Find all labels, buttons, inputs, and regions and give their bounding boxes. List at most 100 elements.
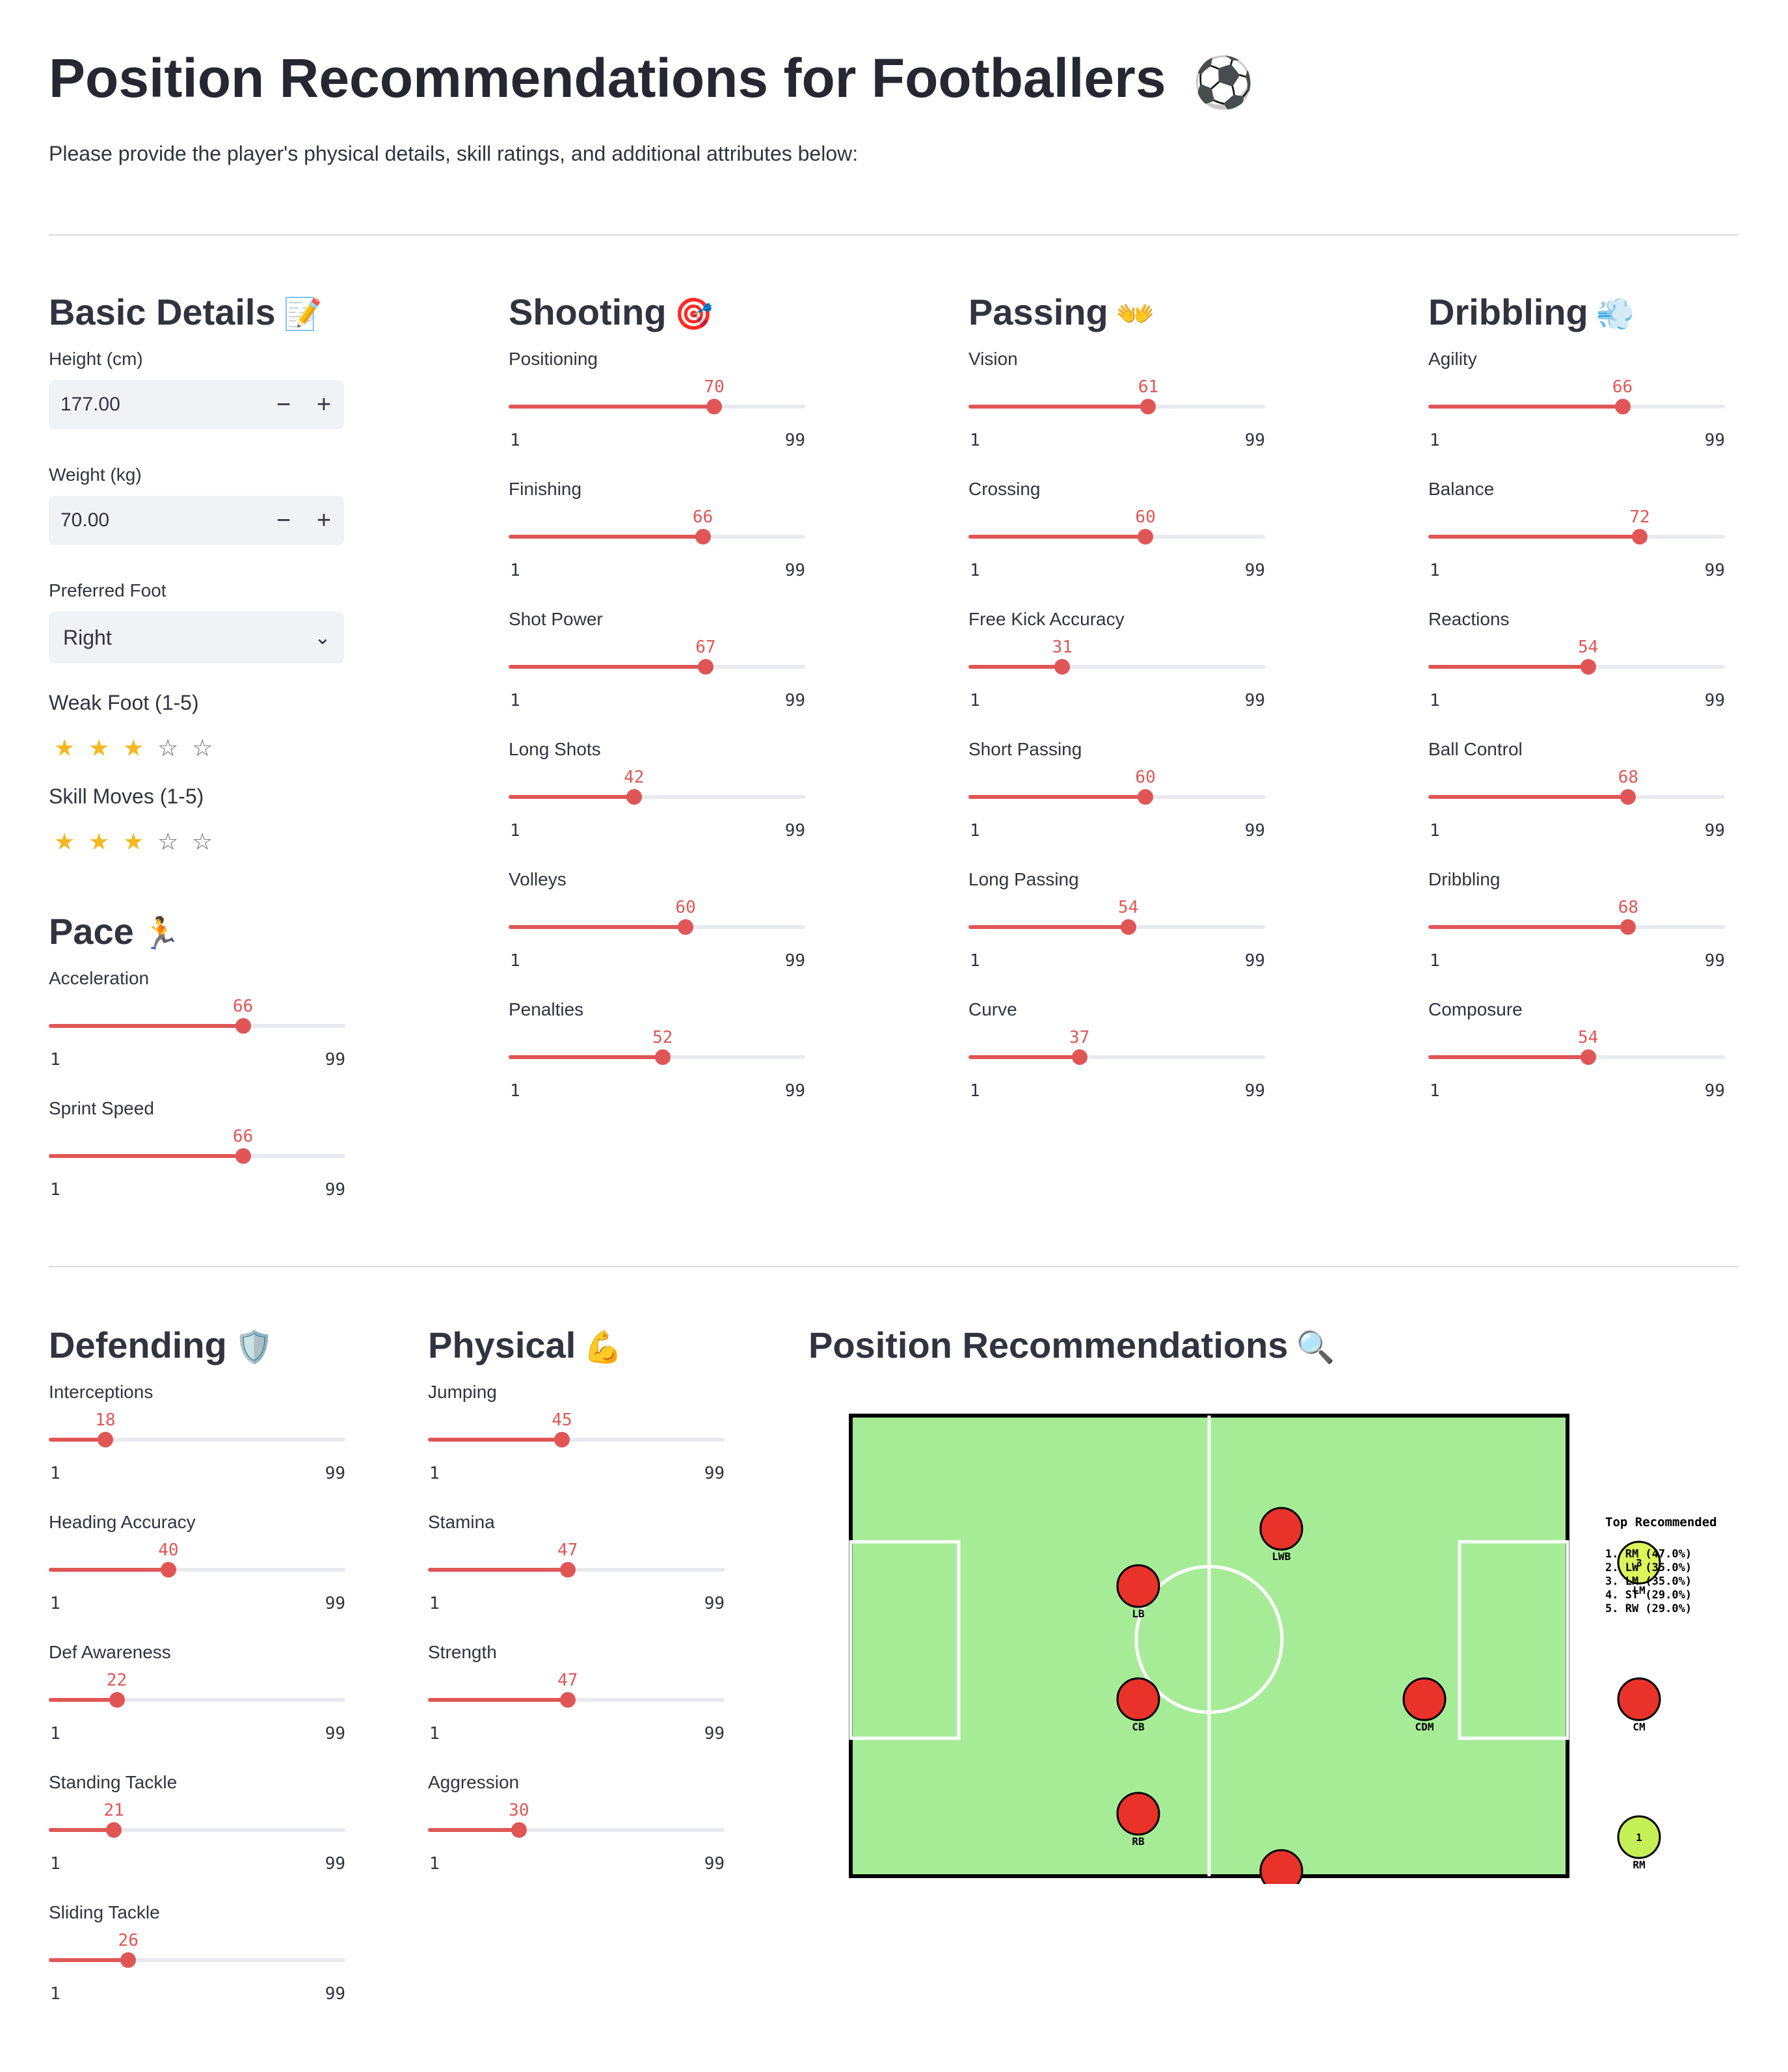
positioning-track[interactable] <box>509 399 805 414</box>
ball-control-thumb[interactable] <box>1620 789 1636 805</box>
shot-power-thumb[interactable] <box>697 659 714 675</box>
reactions-track[interactable] <box>1428 659 1725 675</box>
composure-track[interactable] <box>1428 1049 1725 1065</box>
weak-foot-rating[interactable]: ★ ★ ★ ☆ ☆ <box>49 733 345 764</box>
penalties-thumb[interactable] <box>654 1049 671 1065</box>
strength-slider[interactable]: Strength 47 1 99 <box>428 1642 725 1772</box>
vision-thumb[interactable] <box>1140 399 1156 414</box>
weak-foot-star-4-icon[interactable]: ☆ <box>152 734 187 762</box>
stamina-thumb[interactable] <box>559 1562 576 1578</box>
height-value[interactable]: 177.00 <box>49 394 263 416</box>
long-shots-thumb[interactable] <box>626 789 642 805</box>
ball-control-track[interactable] <box>1428 789 1725 805</box>
agility-thumb[interactable] <box>1614 399 1631 414</box>
penalties-slider[interactable]: Penalties 52 1 99 <box>509 999 805 1129</box>
interceptions-slider[interactable]: Interceptions 18 1 99 <box>49 1382 345 1512</box>
positioning-thumb[interactable] <box>706 399 723 414</box>
skill-moves-star-5-icon[interactable]: ☆ <box>187 828 221 855</box>
weak-foot-star-1-icon[interactable]: ★ <box>49 734 83 762</box>
balance-thumb[interactable] <box>1631 529 1648 545</box>
sprint-speed-thumb[interactable] <box>235 1148 251 1164</box>
acceleration-track[interactable] <box>49 1018 345 1034</box>
skill-moves-star-1-icon[interactable]: ★ <box>49 828 83 855</box>
shot-power-track[interactable] <box>509 659 805 675</box>
finishing-slider[interactable]: Finishing 66 1 99 <box>509 479 805 609</box>
dribbling-thumb[interactable] <box>1620 919 1636 935</box>
acceleration-slider[interactable]: Acceleration 66 1 99 <box>49 968 345 1098</box>
jumping-thumb[interactable] <box>554 1432 570 1447</box>
finishing-track[interactable] <box>509 529 805 545</box>
volleys-slider[interactable]: Volleys 60 1 99 <box>509 869 805 999</box>
sliding-tackle-slider[interactable]: Sliding Tackle 26 1 99 <box>49 1902 345 2032</box>
height-decrement-button[interactable]: − <box>263 380 304 429</box>
curve-slider[interactable]: Curve 37 1 99 <box>968 999 1265 1129</box>
standing-tackle-track[interactable] <box>49 1822 345 1838</box>
finishing-thumb[interactable] <box>695 529 711 545</box>
jumping-slider[interactable]: Jumping 45 1 99 <box>428 1382 725 1512</box>
acceleration-thumb[interactable] <box>235 1018 251 1034</box>
def-awareness-track[interactable] <box>49 1692 345 1708</box>
sprint-speed-track[interactable] <box>49 1148 345 1164</box>
positioning-slider[interactable]: Positioning 70 1 99 <box>509 349 805 479</box>
preferred-foot-select[interactable]: Right ⌄ <box>49 612 344 664</box>
stamina-track[interactable] <box>428 1562 725 1578</box>
agility-slider[interactable]: Agility 66 1 99 <box>1428 349 1725 479</box>
vision-track[interactable] <box>968 399 1265 414</box>
weak-foot-star-2-icon[interactable]: ★ <box>83 734 118 762</box>
jumping-track[interactable] <box>428 1432 725 1447</box>
balance-slider[interactable]: Balance 72 1 99 <box>1428 479 1725 609</box>
heading-accuracy-track[interactable] <box>49 1562 345 1578</box>
composure-slider[interactable]: Composure 54 1 99 <box>1428 999 1725 1129</box>
dribbling-slider[interactable]: Dribbling 68 1 99 <box>1428 869 1725 999</box>
aggression-slider[interactable]: Aggression 30 1 99 <box>428 1772 725 1902</box>
curve-track[interactable] <box>968 1049 1265 1065</box>
weight-increment-button[interactable]: + <box>304 496 344 545</box>
sprint-speed-slider[interactable]: Sprint Speed 66 1 99 <box>49 1098 345 1228</box>
short-passing-thumb[interactable] <box>1138 789 1154 805</box>
crossing-thumb[interactable] <box>1138 529 1154 545</box>
long-passing-track[interactable] <box>968 919 1265 935</box>
short-passing-slider[interactable]: Short Passing 60 1 99 <box>968 739 1265 869</box>
chevron-down-icon[interactable]: ⌄ <box>301 626 344 649</box>
standing-tackle-slider[interactable]: Standing Tackle 21 1 99 <box>49 1772 345 1902</box>
sliding-tackle-thumb[interactable] <box>120 1952 137 1968</box>
weight-input[interactable]: 70.00 − + <box>49 496 344 545</box>
vision-slider[interactable]: Vision 61 1 99 <box>968 349 1265 479</box>
crossing-track[interactable] <box>968 529 1265 545</box>
height-input[interactable]: 177.00 − + <box>49 380 344 429</box>
strength-track[interactable] <box>428 1692 725 1708</box>
aggression-thumb[interactable] <box>511 1822 527 1838</box>
def-awareness-slider[interactable]: Def Awareness 22 1 99 <box>49 1642 345 1772</box>
skill-moves-star-3-icon[interactable]: ★ <box>118 828 152 855</box>
shot-power-slider[interactable]: Shot Power 67 1 99 <box>509 609 805 739</box>
volleys-thumb[interactable] <box>678 919 694 935</box>
short-passing-track[interactable] <box>968 789 1265 805</box>
composure-thumb[interactable] <box>1580 1049 1596 1065</box>
volleys-track[interactable] <box>509 919 805 935</box>
free-kick-accuracy-track[interactable] <box>968 659 1265 675</box>
def-awareness-thumb[interactable] <box>109 1692 125 1708</box>
curve-thumb[interactable] <box>1071 1049 1087 1065</box>
weight-decrement-button[interactable]: − <box>263 496 304 545</box>
long-shots-track[interactable] <box>509 789 805 805</box>
reactions-slider[interactable]: Reactions 54 1 99 <box>1428 609 1725 739</box>
aggression-track[interactable] <box>428 1822 725 1838</box>
sliding-tackle-track[interactable] <box>49 1952 345 1968</box>
reactions-thumb[interactable] <box>1580 659 1596 675</box>
ball-control-slider[interactable]: Ball Control 68 1 99 <box>1428 739 1725 869</box>
crossing-slider[interactable]: Crossing 60 1 99 <box>968 479 1265 609</box>
agility-track[interactable] <box>1428 399 1725 414</box>
standing-tackle-thumb[interactable] <box>106 1822 122 1838</box>
weak-foot-star-3-icon[interactable]: ★ <box>118 734 152 762</box>
long-passing-slider[interactable]: Long Passing 54 1 99 <box>968 869 1265 999</box>
long-passing-thumb[interactable] <box>1120 919 1136 935</box>
long-shots-slider[interactable]: Long Shots 42 1 99 <box>509 739 805 869</box>
interceptions-thumb[interactable] <box>97 1432 113 1447</box>
stamina-slider[interactable]: Stamina 47 1 99 <box>428 1512 725 1642</box>
height-increment-button[interactable]: + <box>304 380 344 429</box>
free-kick-accuracy-slider[interactable]: Free Kick Accuracy 31 1 99 <box>968 609 1265 739</box>
skill-moves-rating[interactable]: ★ ★ ★ ☆ ☆ <box>49 826 345 857</box>
heading-accuracy-thumb[interactable] <box>160 1562 176 1578</box>
strength-thumb[interactable] <box>559 1692 576 1708</box>
weight-value[interactable]: 70.00 <box>49 509 263 531</box>
